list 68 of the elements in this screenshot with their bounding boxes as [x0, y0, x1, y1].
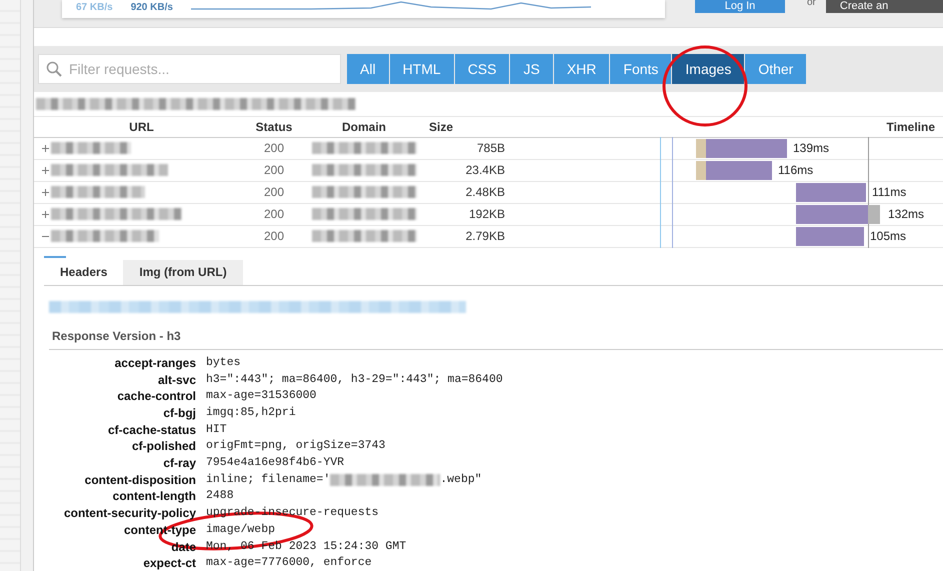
header-value: h3=":443"; ma=86400, h3-29=":443"; ma=86400 [206, 372, 503, 388]
size-cell-text: 785B [476, 141, 506, 156]
status-cell-text: 200 [262, 229, 286, 244]
header-name: accept-ranges [114, 356, 196, 371]
filter-field[interactable]: Filter requests... [38, 54, 341, 84]
header-name: content-security-policy [62, 506, 196, 521]
header-value: origFmt=png, origSize=3743 [206, 439, 386, 454]
plus-icon[interactable] [42, 188, 49, 196]
header-value: bytes [206, 356, 241, 371]
status-cell-text: 200 [262, 141, 286, 156]
login-button[interactable]: Log In [695, 0, 785, 13]
status-cell-text: 200 [262, 207, 286, 222]
header-value: inline; filename=' [206, 472, 330, 488]
header-name: cf-polished [130, 439, 196, 454]
header-value: imgq:85,h2pri [206, 406, 296, 421]
duration-label: 105ms [870, 228, 906, 243]
header-name: content-disposition [84, 472, 196, 488]
duration-label: 111ms [872, 184, 906, 199]
status-cell-text: 200 [262, 185, 286, 200]
timing-bar [796, 204, 868, 224]
header-value: 7954e4a16e98f4b6-YVR [206, 456, 344, 471]
duration-label: 132ms [888, 206, 924, 221]
header-value: HIT [206, 422, 227, 438]
header-value: max-age=31536000 [206, 389, 316, 404]
size-cell-text: 192KB [468, 207, 506, 222]
column-header: Domain [340, 120, 387, 134]
plus-icon[interactable] [42, 210, 49, 218]
timing-bar [796, 182, 866, 202]
stat-value: 920 KB/s [130, 2, 173, 13]
section-title: Response Version - h3 [49, 312, 943, 350]
column-header: Status [254, 120, 294, 134]
duration-label: 116ms [778, 162, 814, 177]
header-name: alt-svc [156, 372, 196, 388]
header-name: expect-ct [142, 556, 196, 571]
timing-bar [796, 226, 864, 246]
filter-tab[interactable]: All [347, 54, 389, 84]
status-cell-text: 200 [262, 163, 286, 178]
header-value: upgrade-insecure-requests [206, 506, 379, 521]
header-name: content-length [112, 489, 196, 504]
duration-label: 139ms [793, 140, 830, 155]
stat-value: 67 KB/s [76, 2, 113, 13]
header-value: 2488 [206, 489, 234, 504]
header-value: image/webp [206, 522, 276, 538]
column-header: URL [128, 120, 155, 134]
header-name: cache-control [116, 389, 196, 404]
column-header: Size [429, 120, 454, 134]
filter-tab[interactable]: JS [510, 54, 553, 84]
filter-tab[interactable]: Fonts [610, 54, 672, 84]
header-name: cf-bgj [162, 406, 196, 421]
create-account-button[interactable]: Create an [826, 0, 943, 13]
timing-bar [706, 160, 772, 180]
filter-tab[interactable]: CSS [454, 54, 510, 84]
filter-tab[interactable]: HTML [390, 54, 454, 84]
header-name: cf-ray [162, 456, 196, 471]
filter-tab[interactable]: Images [672, 54, 744, 84]
header-value: .webp" [440, 472, 482, 488]
header-name: cf-cache-status [106, 422, 196, 438]
filter-tab[interactable]: Other [745, 54, 806, 84]
plus-icon[interactable] [42, 166, 49, 174]
header-value: max-age=7776000, enforce [206, 556, 372, 571]
size-cell-text: 2.48KB [464, 185, 506, 200]
size-cell-text: 23.4KB [464, 163, 506, 178]
filter-tab[interactable]: XHR [554, 54, 610, 84]
detail-tab[interactable]: Img (from URL) [123, 260, 243, 285]
column-header: Timeline [886, 120, 936, 134]
size-cell-text: 2.79KB [464, 229, 506, 244]
plus-icon[interactable] [42, 144, 49, 152]
search-icon [46, 60, 62, 77]
